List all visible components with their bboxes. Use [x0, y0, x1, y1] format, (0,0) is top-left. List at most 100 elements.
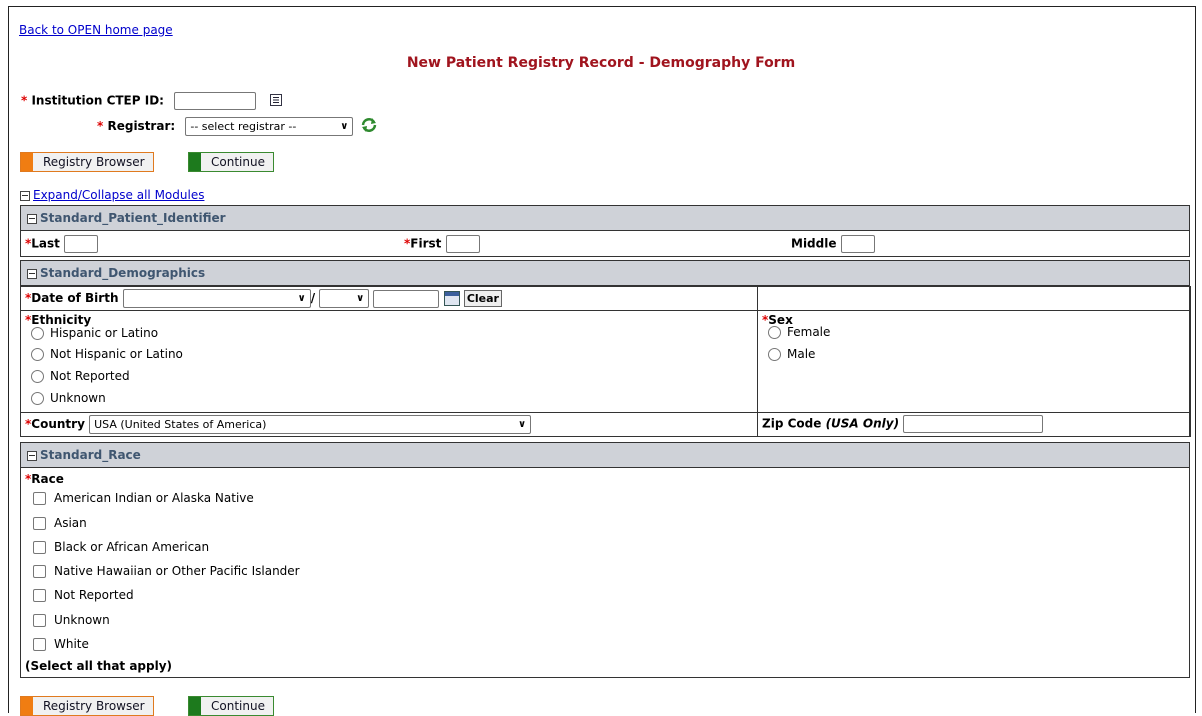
option-label: Hispanic or Latino [50, 326, 159, 340]
expand-collapse-link[interactable]: Expand/Collapse all Modules [33, 188, 204, 202]
chevron-down-icon: ∨ [356, 293, 365, 304]
registrar-label: Registrar: [107, 119, 176, 133]
race-option[interactable]: Asian [33, 516, 87, 530]
module-header[interactable]: Standard_Patient_Identifier [21, 206, 1189, 231]
dob-separator: / [310, 291, 316, 305]
button-accent [189, 697, 201, 715]
option-label: Asian [54, 516, 87, 530]
continue-label: Continue [211, 699, 265, 713]
country-label: Country [31, 417, 85, 431]
first-name-input[interactable] [445, 235, 480, 253]
module-race: Standard_Race *Race American Indian or A… [20, 442, 1190, 678]
required-marker: * [21, 93, 28, 108]
race-option[interactable]: Native Hawaiian or Other Pacific Islande… [33, 564, 300, 578]
option-label: Not Reported [54, 588, 134, 602]
collapse-icon [27, 268, 37, 279]
collapse-icon [27, 450, 37, 461]
institution-row: * Institution CTEP ID: [21, 92, 283, 110]
dob-empty-cell [757, 286, 1191, 311]
middle-name-input[interactable] [840, 235, 875, 253]
zip-label: Zip Code [762, 416, 822, 431]
first-name-label: First [410, 236, 442, 251]
middle-name-label: Middle [791, 236, 837, 251]
registry-browser-button-bottom[interactable]: Registry Browser [20, 696, 154, 716]
country-select[interactable]: USA (United States of America) ∨ [89, 415, 532, 434]
option-label: Native Hawaiian or Other Pacific Islande… [54, 564, 300, 578]
collapse-icon [27, 213, 37, 224]
continue-button[interactable]: Continue [188, 152, 274, 172]
checkbox-icon[interactable] [33, 517, 46, 530]
checkbox-icon[interactable] [33, 565, 46, 578]
sex-option[interactable]: Male [768, 347, 815, 361]
race-option[interactable]: Not Reported [33, 588, 134, 602]
last-name-field: *Last [25, 235, 99, 253]
checkbox-icon[interactable] [33, 492, 46, 505]
chevron-down-icon: ∨ [340, 121, 349, 132]
radio-icon[interactable] [768, 348, 781, 361]
sex-cell: *Sex Female Male [757, 310, 1191, 413]
option-label: Not Reported [50, 369, 130, 383]
checkbox-icon[interactable] [33, 614, 46, 627]
race-option[interactable]: American Indian or Alaska Native [33, 491, 254, 505]
module-title: Standard_Patient_Identifier [40, 211, 226, 225]
calendar-icon[interactable] [443, 291, 460, 306]
race-label-row: *Race [25, 472, 64, 486]
continue-button-bottom[interactable]: Continue [188, 696, 274, 716]
refresh-icon[interactable] [360, 116, 378, 137]
checkbox-icon[interactable] [33, 541, 46, 554]
ethnicity-option[interactable]: Not Hispanic or Latino [31, 347, 183, 361]
chevron-down-icon: ∨ [517, 419, 527, 430]
dob-label: Date of Birth [31, 291, 119, 305]
option-label: American Indian or Alaska Native [54, 491, 254, 505]
dob-year-input[interactable] [373, 289, 440, 308]
checkbox-icon[interactable] [33, 589, 46, 602]
button-accent [189, 153, 201, 171]
dob-month-select[interactable]: ∨ [122, 289, 311, 308]
last-name-input[interactable] [64, 235, 99, 253]
radio-icon[interactable] [31, 348, 44, 361]
race-note: (Select all that apply) [25, 659, 173, 673]
page-title: New Patient Registry Record - Demography… [406, 55, 796, 71]
registry-browser-label: Registry Browser [43, 155, 145, 169]
chevron-down-icon: ∨ [297, 293, 306, 304]
checkbox-icon[interactable] [33, 638, 46, 651]
institution-ctep-id-input[interactable] [174, 92, 257, 110]
ethnicity-option[interactable]: Unknown [31, 391, 106, 405]
country-cell: *Country USA (United States of America) ∨ [20, 412, 758, 437]
module-title: Standard_Demographics [40, 266, 206, 280]
back-to-home-link[interactable]: Back to OPEN home page [19, 23, 173, 37]
middle-name-field: Middle [791, 235, 875, 253]
expand-collapse-all[interactable]: Expand/Collapse all Modules [20, 188, 204, 202]
ethnicity-cell: *Ethnicity Hispanic or Latino Not Hispan… [20, 310, 758, 413]
institution-label: Institution CTEP ID: [31, 93, 164, 108]
ethnicity-option[interactable]: Not Reported [31, 369, 130, 383]
clear-dob-button[interactable]: Clear [463, 290, 502, 307]
option-label: Male [787, 347, 816, 361]
button-accent [21, 153, 33, 171]
option-label: Unknown [50, 391, 106, 405]
race-option[interactable]: White [33, 637, 89, 651]
race-label: Race [31, 472, 64, 486]
registry-browser-button[interactable]: Registry Browser [20, 152, 154, 172]
list-icon[interactable] [270, 93, 283, 109]
registrar-select[interactable]: -- select registrar -- ∨ [185, 117, 354, 136]
module-header[interactable]: Standard_Race [21, 443, 1189, 468]
required-marker: * [97, 119, 104, 133]
zip-input[interactable] [903, 415, 1044, 433]
module-demographics: Standard_Demographics *Date of Birth ∨ / … [20, 260, 1191, 437]
collapse-icon [20, 190, 30, 201]
radio-icon[interactable] [31, 392, 44, 405]
radio-icon[interactable] [31, 327, 44, 340]
module-patient-identifier: Standard_Patient_Identifier *Last *First… [20, 205, 1190, 257]
module-header[interactable]: Standard_Demographics [21, 261, 1189, 286]
race-option[interactable]: Black or African American [33, 540, 209, 554]
option-label: Not Hispanic or Latino [50, 347, 183, 361]
sex-option[interactable]: Female [768, 325, 830, 339]
zip-note: (USA Only) [825, 416, 900, 431]
dob-day-select[interactable]: ∨ [319, 289, 370, 308]
radio-icon[interactable] [768, 326, 781, 339]
ethnicity-option[interactable]: Hispanic or Latino [31, 326, 158, 340]
registrar-row: * Registrar: -- select registrar -- ∨ [97, 116, 378, 137]
race-option[interactable]: Unknown [33, 613, 110, 627]
radio-icon[interactable] [31, 370, 44, 383]
